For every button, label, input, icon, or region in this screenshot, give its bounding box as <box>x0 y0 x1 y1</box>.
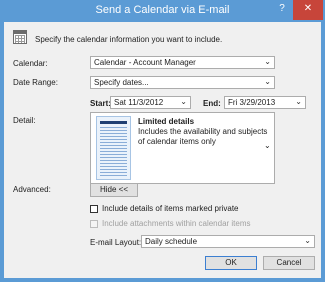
end-date-picker[interactable]: Fri 3/29/2013 ⌄ <box>224 96 306 109</box>
email-layout-select[interactable]: Daily schedule ⌄ <box>141 235 315 248</box>
detail-level-description: Includes the availability and subjects o… <box>138 127 268 146</box>
chevron-down-icon: ⌄ <box>180 97 187 106</box>
document-icon <box>96 116 131 180</box>
chevron-down-icon: ⌄ <box>304 236 311 245</box>
attachments-label: Include attachments within calendar item… <box>102 219 251 228</box>
ok-button[interactable]: OK <box>205 256 257 270</box>
close-button[interactable]: ✕ <box>293 0 323 20</box>
dialog-body: Specify the calendar information you wan… <box>4 22 321 278</box>
date-range-label: Date Range: <box>13 78 58 87</box>
end-date-value: Fri 3/29/2013 <box>228 98 276 107</box>
private-items-label: Include details of items marked private <box>102 204 239 213</box>
dialog-window: Send a Calendar via E-mail ? ✕ Specify t… <box>0 0 325 282</box>
calendar-select-value: Calendar - Account Manager <box>94 58 196 67</box>
detail-level-selector[interactable]: Limited details Includes the availabilit… <box>90 112 275 184</box>
title-bar: Send a Calendar via E-mail ? ✕ <box>0 0 325 22</box>
chevron-down-icon: ⌄ <box>264 77 271 86</box>
email-layout-value: Daily schedule <box>145 237 198 246</box>
chevron-down-icon: ⌄ <box>264 57 271 66</box>
cancel-button[interactable]: Cancel <box>263 256 315 270</box>
start-label: Start: <box>90 99 111 108</box>
start-date-picker[interactable]: Sat 11/3/2012 ⌄ <box>110 96 191 109</box>
chevron-down-icon: ⌄ <box>264 141 271 150</box>
attachments-checkbox[interactable] <box>90 220 98 228</box>
calendar-label: Calendar: <box>13 59 48 68</box>
detail-label: Detail: <box>13 116 36 125</box>
calendar-select[interactable]: Calendar - Account Manager ⌄ <box>90 56 275 69</box>
help-button[interactable]: ? <box>272 0 292 20</box>
chevron-down-icon: ⌄ <box>295 97 302 106</box>
instructions-text: Specify the calendar information you wan… <box>35 35 223 44</box>
private-items-checkbox[interactable] <box>90 205 98 213</box>
date-range-value: Specify dates... <box>94 78 149 87</box>
email-layout-label: E-mail Layout: <box>90 238 142 247</box>
calendar-icon <box>13 30 27 44</box>
date-range-select[interactable]: Specify dates... ⌄ <box>90 76 275 89</box>
end-label: End: <box>203 99 221 108</box>
detail-level-title: Limited details <box>138 117 195 126</box>
advanced-label: Advanced: <box>13 185 51 194</box>
hide-advanced-button[interactable]: Hide << <box>90 183 138 197</box>
start-date-value: Sat 11/3/2012 <box>114 98 164 107</box>
